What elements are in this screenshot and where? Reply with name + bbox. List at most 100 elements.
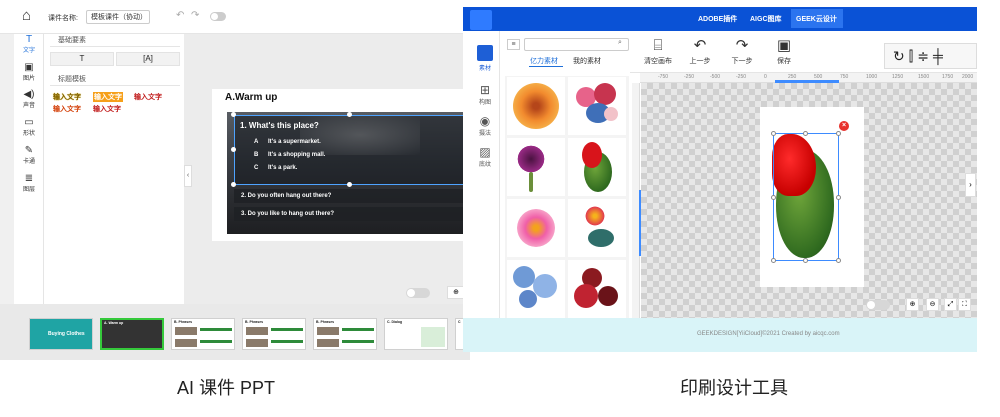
option-text: It's a shopping mall. — [268, 152, 326, 158]
material-blue-flowers[interactable] — [507, 260, 565, 318]
redo-icon: ↷ — [735, 37, 749, 54]
rail-item-materials[interactable]: 素材 — [470, 63, 500, 72]
undo-button[interactable]: ↶ 上一步 — [680, 36, 720, 66]
layout-icon: ⊞ — [479, 83, 491, 97]
collapse-panel-handle[interactable]: ‹ — [184, 165, 192, 187]
material-dark-red-roses[interactable] — [568, 260, 626, 318]
basic-elements-title: 基础要素 — [58, 37, 86, 44]
material-orange-flower[interactable] — [507, 77, 565, 135]
selection-ruler-marker — [639, 190, 641, 256]
tab-adobe-plugin[interactable]: ADOBE插件 — [698, 14, 737, 24]
resize-handle[interactable] — [771, 131, 776, 136]
undo-icon[interactable]: ↶ — [176, 10, 184, 21]
tab-geek-cloud-design[interactable]: GEEK云设计 — [796, 14, 837, 24]
add-textbox-button[interactable]: [A] — [116, 52, 180, 66]
footer-copyright: GEEKDESIGN[YiiCloud]©2021 Created by aic… — [697, 331, 840, 337]
rail-item-texture[interactable]: ▨ 底纹 — [470, 145, 500, 168]
resize-handle[interactable] — [803, 258, 808, 263]
subtab-yili-materials[interactable]: 亿力素材 — [530, 56, 558, 66]
title-template-3[interactable]: 输入文字 — [134, 92, 162, 102]
material-search-input[interactable] — [524, 38, 629, 51]
title-template-5[interactable]: 输入文字 — [93, 104, 121, 114]
divider — [50, 85, 180, 86]
align-left-icon[interactable]: ⫿ — [909, 48, 917, 64]
ruler-tick: 0 — [764, 74, 767, 80]
distribute-icon[interactable]: ╪ — [933, 48, 947, 64]
zoom-out-icon[interactable]: ⊖ — [926, 298, 939, 311]
material-pink-watercolor-flower[interactable] — [507, 199, 565, 257]
alignment-toolbar[interactable]: ↻⫿≑╪ — [884, 43, 977, 69]
fullscreen-icon[interactable]: ⛶ — [958, 298, 971, 311]
save-button[interactable]: ▣ 保存 — [764, 36, 804, 66]
rail-item-image[interactable]: ▣ 图片 — [14, 62, 44, 82]
canvas-toggle[interactable] — [866, 300, 890, 310]
rail-item-sound[interactable]: ◀) 声音 — [14, 89, 44, 109]
resize-handle[interactable] — [771, 258, 776, 263]
rail-item-text[interactable]: T 文字 — [14, 34, 44, 54]
redo-icon[interactable]: ↷ — [191, 10, 199, 21]
home-icon[interactable]: ⌂ — [22, 8, 36, 23]
material-flower-bouquet[interactable] — [568, 77, 626, 135]
resize-handle[interactable] — [836, 258, 841, 263]
search-icon[interactable]: ⌕ — [618, 39, 622, 47]
title-template-4[interactable]: 输入文字 — [53, 104, 81, 114]
resize-handle[interactable] — [231, 147, 236, 152]
material-peony-branch[interactable] — [568, 199, 626, 257]
fit-screen-icon[interactable]: ⤢ — [944, 298, 957, 311]
resize-handle[interactable] — [347, 112, 352, 117]
resize-handle[interactable] — [231, 182, 236, 187]
layers-icon: ≣ — [24, 173, 34, 184]
rail-item-composition[interactable]: ⊞ 构图 — [470, 83, 500, 106]
zoom-in-icon[interactable]: ⊕ — [906, 298, 919, 311]
title-template-1[interactable]: 输入文字 — [53, 92, 81, 102]
ruler-tick: 1000 — [866, 74, 878, 80]
slide-thumbnail[interactable]: B. Phrases — [242, 318, 306, 350]
align-center-icon[interactable]: ≑ — [917, 48, 933, 64]
preview-toggle[interactable] — [210, 12, 226, 21]
cube-icon[interactable] — [477, 45, 493, 61]
ruler-tick: -250 — [736, 74, 747, 80]
rail-item-cartoon[interactable]: ✎ 卡通 — [14, 145, 44, 165]
resize-handle[interactable] — [803, 131, 808, 136]
title-template-2[interactable]: 输入文字 — [93, 92, 123, 102]
slide-thumbnail[interactable]: B. Phrases — [313, 318, 377, 350]
option-letter: A — [254, 139, 259, 145]
subtab-my-materials[interactable]: 我的素材 — [573, 56, 601, 66]
resize-handle[interactable] — [231, 112, 236, 117]
delete-icon[interactable]: × — [839, 121, 849, 131]
material-purple-flower[interactable] — [507, 138, 565, 196]
ruler-tick: -750 — [658, 74, 669, 80]
redo-button[interactable]: ↷ 下一步 — [722, 36, 762, 66]
clear-canvas-button[interactable]: ⌸ 清空画布 — [638, 36, 678, 66]
slide-thumbnail[interactable]: Buying Clothes — [29, 318, 93, 350]
resize-handle[interactable] — [347, 182, 352, 187]
course-title-label: 课件名称: — [48, 15, 78, 22]
ruler-tick: 1500 — [918, 74, 930, 80]
course-title-input[interactable]: 模板课件（协动） — [86, 10, 150, 24]
resize-handle[interactable] — [836, 131, 841, 136]
slide-thumbnail[interactable]: C. Dialog — [384, 318, 448, 350]
shape-icon: ▭ — [24, 117, 34, 128]
sound-icon: ◀) — [23, 89, 35, 100]
add-text-button[interactable]: T — [50, 52, 114, 66]
rail-item-technique[interactable]: ◉ 摄法 — [470, 114, 500, 137]
slide-title[interactable]: A.Warm up — [225, 92, 277, 103]
rotate-icon[interactable]: ↻ — [893, 48, 909, 64]
rail-item-shape[interactable]: ▭ 形状 — [14, 117, 44, 137]
image-icon: ▣ — [24, 62, 34, 73]
slide-thumbnail[interactable]: B. Phrases — [171, 318, 235, 350]
expand-right-panel[interactable]: › — [965, 173, 976, 197]
material-red-bud[interactable] — [568, 138, 626, 196]
menu-icon[interactable]: ≡ — [507, 39, 520, 50]
slide-thumbnail-selected[interactable]: A. Warm up — [100, 318, 164, 350]
rail-item-layers[interactable]: ≣ 图层 — [14, 173, 44, 193]
selection-box[interactable] — [773, 133, 839, 261]
texture-icon: ▨ — [479, 145, 491, 159]
option-letter: C — [254, 165, 259, 171]
resize-handle[interactable] — [771, 195, 776, 200]
resize-handle[interactable] — [836, 195, 841, 200]
tab-aigc-gallery[interactable]: AIGC图库 — [750, 14, 782, 24]
app-logo[interactable] — [470, 10, 492, 30]
title-templates-title: 标题模板 — [58, 76, 86, 83]
grid-toggle[interactable] — [406, 288, 430, 298]
